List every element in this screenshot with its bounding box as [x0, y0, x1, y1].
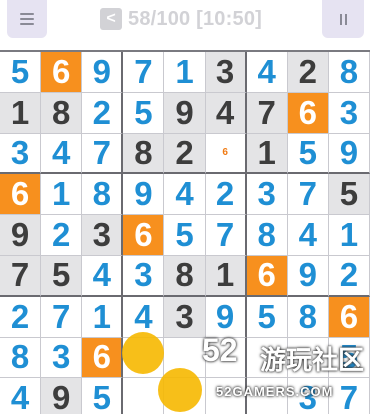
sudoku-cell[interactable]: 8 — [328, 52, 370, 93]
sudoku-cell[interactable]: 5 — [246, 296, 288, 338]
sudoku-cell[interactable]: 9 — [0, 215, 42, 256]
sudoku-cell[interactable]: 4 — [287, 215, 329, 256]
sudoku-cell[interactable]: 6 — [328, 296, 370, 338]
sudoku-cell[interactable]: 4 — [205, 92, 247, 134]
sudoku-cell[interactable]: 5 — [41, 255, 83, 297]
sudoku-cell[interactable]: 2 — [328, 255, 370, 297]
sudoku-cell[interactable]: 9 — [287, 255, 329, 297]
sudoku-cell[interactable]: 8 — [0, 337, 42, 379]
sudoku-cell[interactable]: 7 — [0, 255, 42, 297]
sudoku-cell[interactable]: 7 — [287, 174, 329, 216]
sudoku-cell[interactable]: 5 — [123, 92, 165, 134]
sudoku-cell[interactable]: 2 — [164, 133, 206, 175]
sudoku-cell[interactable]: 4 — [246, 52, 288, 93]
sudoku-cell[interactable]: 3 — [123, 255, 165, 297]
sudoku-cell[interactable]: 7 — [41, 296, 83, 338]
sudoku-cell[interactable]: 3 — [328, 92, 370, 134]
sudoku-cell[interactable]: 1 — [82, 296, 124, 338]
sudoku-cell[interactable]: 8 — [82, 174, 124, 216]
sudoku-cell[interactable]: 7 — [82, 133, 124, 175]
sudoku-board: 5697134281825947633478261596189423759236… — [0, 50, 370, 414]
sudoku-cell[interactable]: 1 — [205, 255, 247, 297]
sudoku-cell[interactable]: 8 — [164, 255, 206, 297]
sudoku-cell[interactable]: 4 — [41, 133, 83, 175]
sudoku-cell[interactable]: 6 — [82, 337, 124, 379]
sudoku-cell[interactable]: 5 — [328, 174, 370, 216]
sudoku-cell[interactable]: 2 — [287, 52, 329, 93]
sudoku-cell[interactable]: 6 — [41, 52, 83, 93]
sudoku-cell[interactable]: 1 — [0, 92, 42, 134]
back-icon[interactable]: < — [100, 8, 122, 30]
sudoku-cell[interactable]: 7 — [246, 92, 288, 134]
sudoku-cell[interactable]: 3 — [246, 174, 288, 216]
sudoku-cell[interactable]: 5 — [0, 52, 42, 93]
pause-button[interactable] — [322, 0, 364, 38]
sudoku-cell[interactable]: 3 — [287, 378, 329, 414]
sudoku-cell[interactable]: 6 — [123, 215, 165, 256]
sudoku-cell[interactable]: 4 — [82, 255, 124, 297]
sudoku-cell[interactable]: 8 — [246, 215, 288, 256]
sudoku-cell[interactable] — [123, 378, 165, 414]
sudoku-cell[interactable]: 8 — [41, 92, 83, 134]
sudoku-cell[interactable]: 6 — [246, 255, 288, 297]
sudoku-cell[interactable]: 1 — [328, 215, 370, 256]
puzzle-progress-timer: 58/100 [10:50] — [128, 7, 263, 30]
sudoku-cell[interactable]: 2 — [41, 215, 83, 256]
menu-button[interactable] — [7, 0, 47, 38]
sudoku-cell[interactable]: 6 — [287, 92, 329, 134]
sudoku-cell[interactable] — [123, 337, 165, 379]
sudoku-cell[interactable]: 7 — [328, 378, 370, 414]
title-area: < 58/100 [10:50] — [100, 4, 262, 34]
sudoku-cell[interactable]: 3 — [82, 215, 124, 256]
top-bar: < 58/100 [10:50] — [0, 0, 370, 46]
sudoku-cell[interactable]: 4 — [0, 378, 42, 414]
sudoku-cell[interactable] — [287, 337, 329, 379]
sudoku-cell[interactable]: 3 — [0, 133, 42, 175]
sudoku-cell[interactable]: 9 — [328, 133, 370, 175]
sudoku-cell[interactable]: 5 — [164, 215, 206, 256]
sudoku-cell[interactable]: 3 — [205, 52, 247, 93]
sudoku-cell[interactable]: 2 — [0, 296, 42, 338]
sudoku-cell[interactable]: 5 — [287, 133, 329, 175]
sudoku-cell[interactable]: 4 — [164, 174, 206, 216]
sudoku-cell[interactable]: 4 — [123, 296, 165, 338]
sudoku-cell[interactable]: 1 — [246, 133, 288, 175]
sudoku-cell[interactable] — [205, 378, 247, 414]
sudoku-cell[interactable]: 1 — [164, 52, 206, 93]
sudoku-cell[interactable] — [246, 337, 288, 379]
sudoku-cell[interactable]: 9 — [205, 296, 247, 338]
sudoku-cell[interactable]: 5 — [82, 378, 124, 414]
sudoku-cell[interactable]: 2 — [82, 92, 124, 134]
sudoku-cell[interactable]: 3 — [41, 337, 83, 379]
sudoku-cell[interactable]: 7 — [205, 215, 247, 256]
sudoku-cell[interactable]: 1 — [41, 174, 83, 216]
pause-icon — [339, 13, 347, 25]
candidate-note: 6 — [222, 147, 228, 159]
sudoku-cell[interactable]: 3 — [164, 296, 206, 338]
sudoku-cell[interactable]: 5 — [328, 337, 370, 379]
menu-icon — [20, 13, 34, 25]
sudoku-cell[interactable] — [246, 378, 288, 414]
sudoku-cell[interactable]: 6 — [205, 133, 247, 175]
sudoku-cell[interactable]: 8 — [287, 296, 329, 338]
sudoku-cell[interactable]: 9 — [164, 92, 206, 134]
sudoku-cell[interactable]: 2 — [205, 174, 247, 216]
sudoku-cell[interactable] — [164, 337, 206, 379]
sudoku-cell[interactable]: 9 — [123, 174, 165, 216]
sudoku-cell[interactable]: 8 — [123, 133, 165, 175]
sudoku-cell[interactable] — [205, 337, 247, 379]
sudoku-cell[interactable]: 9 — [82, 52, 124, 93]
sudoku-cell[interactable]: 6 — [0, 174, 42, 216]
sudoku-cell[interactable]: 7 — [123, 52, 165, 93]
sudoku-cell[interactable] — [164, 378, 206, 414]
sudoku-cell[interactable]: 9 — [41, 378, 83, 414]
